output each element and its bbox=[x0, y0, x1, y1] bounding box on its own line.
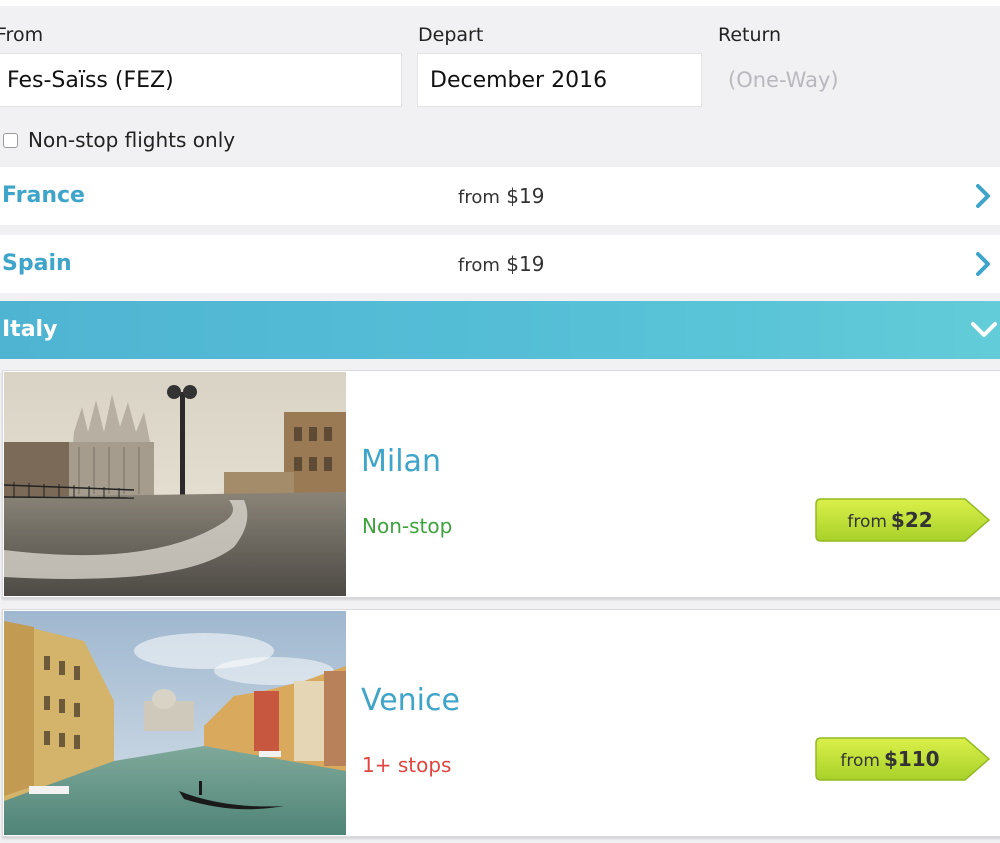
return-input[interactable]: (One-Way) bbox=[728, 68, 839, 92]
destination-card-venice[interactable]: Venice 1+ stops from $110 bbox=[2, 609, 1000, 837]
nonstop-toggle[interactable]: Non-stop flights only bbox=[0, 128, 235, 152]
chevron-right-icon[interactable] bbox=[974, 184, 992, 208]
from-label: From bbox=[0, 24, 44, 46]
country-row-italy[interactable]: Italy bbox=[0, 301, 1000, 359]
from-input[interactable]: Fes-Saïss (FEZ) bbox=[0, 53, 402, 107]
return-label: Return bbox=[718, 24, 782, 46]
country-name: Italy bbox=[2, 317, 58, 342]
price-text: from $110 bbox=[815, 737, 965, 781]
country-price: from $19 bbox=[458, 167, 544, 227]
city-name: Milan bbox=[361, 444, 441, 479]
price-value: $19 bbox=[506, 252, 545, 276]
chevron-down-icon[interactable] bbox=[970, 321, 998, 339]
price-prefix: from bbox=[458, 187, 500, 208]
depart-input[interactable]: December 2016 bbox=[417, 53, 702, 107]
country-name: France bbox=[2, 183, 85, 208]
country-row-france[interactable]: France from $19 bbox=[0, 167, 1000, 225]
chevron-right-icon[interactable] bbox=[974, 252, 992, 276]
price-prefix: from bbox=[847, 512, 887, 532]
depart-label: Depart bbox=[418, 24, 484, 46]
search-panel: From Depart Return Fes-Saïss (FEZ) Decem… bbox=[0, 6, 1000, 166]
city-name: Venice bbox=[361, 683, 460, 718]
stops-label: Non-stop bbox=[362, 514, 453, 538]
nonstop-label: Non-stop flights only bbox=[28, 128, 236, 152]
price-tag-button[interactable]: from $110 bbox=[815, 737, 991, 781]
country-name: Spain bbox=[2, 251, 72, 276]
price-value: $19 bbox=[506, 184, 545, 208]
price-tag-button[interactable]: from $22 bbox=[815, 498, 991, 542]
nonstop-checkbox[interactable] bbox=[3, 132, 18, 148]
price-text: from $22 bbox=[815, 498, 965, 542]
price-prefix: from bbox=[840, 751, 880, 771]
destination-card-milan[interactable]: Milan Non-stop from $22 bbox=[2, 370, 1000, 598]
venice-photo bbox=[4, 611, 346, 835]
price-amount: $110 bbox=[883, 747, 940, 771]
stops-label: 1+ stops bbox=[362, 753, 452, 777]
country-price: from $19 bbox=[458, 235, 544, 295]
price-prefix: from bbox=[458, 255, 500, 276]
price-amount: $22 bbox=[890, 508, 933, 532]
country-row-spain[interactable]: Spain from $19 bbox=[0, 235, 1000, 293]
milan-photo bbox=[4, 372, 346, 596]
